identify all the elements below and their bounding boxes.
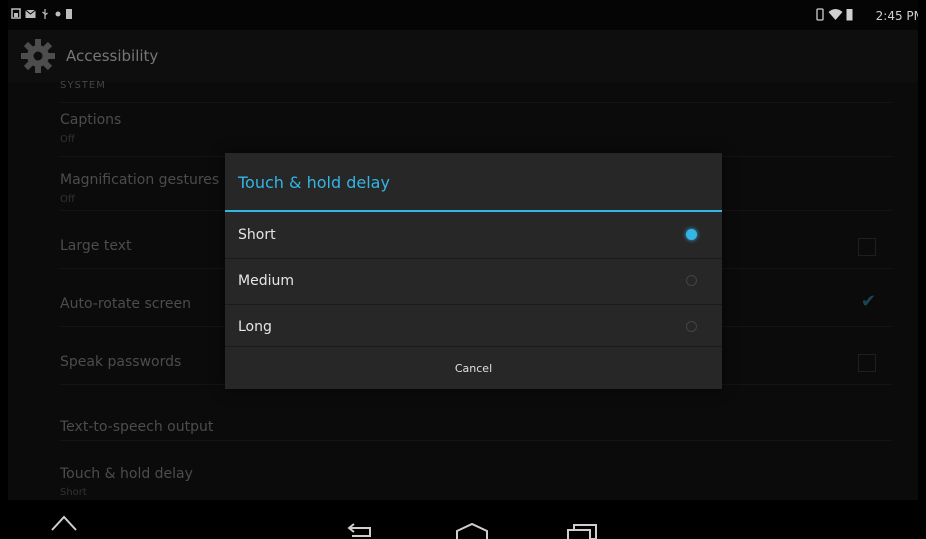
- cancel-button[interactable]: Cancel: [225, 346, 722, 390]
- radio-selected-icon[interactable]: [686, 229, 697, 240]
- vibrate-icon: [816, 8, 824, 21]
- mail-notification-icon: [25, 9, 36, 18]
- usb-icon: [42, 9, 48, 19]
- wifi-icon: [828, 9, 843, 20]
- navigation-bar: [8, 500, 918, 539]
- option-label: Long: [238, 319, 272, 335]
- option-short[interactable]: Short: [225, 212, 722, 259]
- recent-apps-icon[interactable]: [566, 524, 598, 539]
- radio-unselected-icon[interactable]: [686, 321, 697, 332]
- clock-time: 2:45 PM: [875, 9, 918, 23]
- navigation-hide-icon[interactable]: [50, 514, 78, 532]
- battery-icon: [846, 9, 853, 21]
- cancel-label: Cancel: [454, 362, 493, 375]
- option-label: Medium: [238, 273, 294, 289]
- option-label: Short: [238, 227, 276, 243]
- photo-notification-icon: [11, 8, 21, 19]
- back-icon[interactable]: [346, 520, 376, 538]
- status-bar: 2:45 PM: [8, 0, 918, 30]
- option-medium[interactable]: Medium: [225, 258, 722, 305]
- home-icon[interactable]: [455, 522, 489, 539]
- dot-icon: [55, 11, 61, 17]
- dialog-title: Touch & hold delay: [238, 173, 390, 192]
- radio-unselected-icon[interactable]: [686, 275, 697, 286]
- android-screen: 2:45 PM Accessibility SYSTEM Captions Of…: [8, 0, 918, 539]
- option-long[interactable]: Long: [225, 304, 722, 350]
- download-icon: [66, 9, 72, 19]
- touch-hold-delay-dialog: Touch & hold delay Short Medium Long Can…: [225, 153, 722, 389]
